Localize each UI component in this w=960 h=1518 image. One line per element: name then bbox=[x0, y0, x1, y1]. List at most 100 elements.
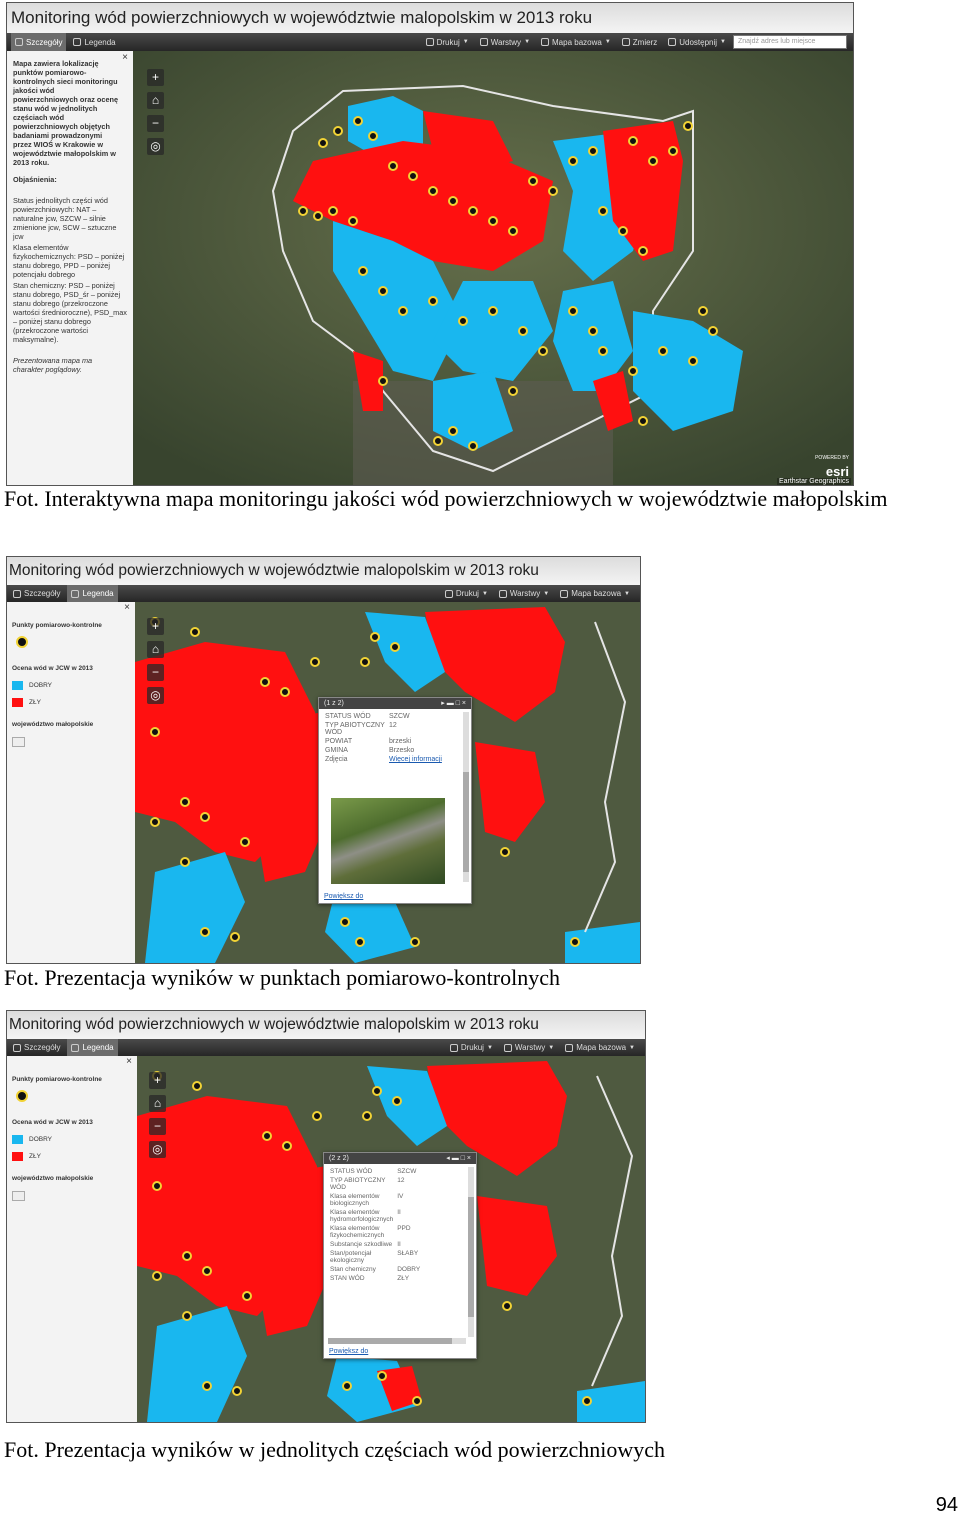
status-explanation: Status jednolitych części wód powierzchn… bbox=[13, 196, 117, 241]
legend-panel: × Punkty pomiarowo-kontrolne Ocena wód w… bbox=[7, 602, 135, 963]
legend-good-item: DOBRY bbox=[12, 681, 135, 690]
physchem-explanation: Klasa elementów fizykochemicznych: PSD –… bbox=[13, 243, 125, 279]
layers-button[interactable]: Warstwy ▼ bbox=[495, 585, 553, 602]
legend-assessment-heading: Ocena wód w JCW w 2013 bbox=[12, 665, 93, 672]
legend-icon bbox=[71, 1043, 80, 1052]
map-zoom-controls: + ⌂ − ◎ bbox=[147, 69, 164, 155]
popup-water-body-info: (2 z 2) ◂ ▬ □ × STATUS WÓD SZCW TYP ABIOT… bbox=[323, 1152, 477, 1359]
locate-button[interactable]: ◎ bbox=[147, 687, 164, 704]
share-button[interactable]: Udostępnij ▼ bbox=[664, 33, 730, 51]
close-icon[interactable]: × bbox=[126, 1057, 132, 1067]
bad-swatch bbox=[12, 698, 23, 708]
home-button[interactable]: ⌂ bbox=[147, 641, 164, 658]
close-icon[interactable]: × bbox=[124, 603, 130, 613]
popup-horizontal-scrollbar[interactable] bbox=[328, 1338, 466, 1344]
previous-icon[interactable]: ◂ bbox=[446, 1155, 450, 1162]
caption-3: Fot. Prezentacja wyników w jednolitych c… bbox=[4, 1437, 666, 1462]
basemap-icon bbox=[541, 38, 550, 46]
details-tab[interactable]: Szczegóły bbox=[9, 585, 64, 602]
app-title: Monitoring wód powierzchniowych w wojewó… bbox=[9, 562, 539, 579]
screenshot-interactive-map: Monitoring wód powierzchniowych w wojewó… bbox=[6, 2, 854, 486]
map-attribution: Earthstar Geographics bbox=[776, 478, 851, 485]
map-zoom-controls: + ⌂ − ◎ bbox=[149, 1072, 166, 1158]
print-icon bbox=[425, 38, 434, 46]
details-tab[interactable]: Szczegóły bbox=[9, 1039, 64, 1056]
popup-controls: ▸ ▬ □ × bbox=[441, 698, 466, 709]
esri-logo: esri bbox=[825, 464, 849, 479]
zoom-in-button[interactable]: + bbox=[147, 69, 164, 86]
more-info-link[interactable]: Więcej informacji bbox=[389, 756, 442, 763]
print-button[interactable]: Drukuj ▼ bbox=[446, 1039, 497, 1056]
page-number: 94 bbox=[935, 1494, 958, 1516]
print-button[interactable]: Drukuj ▼ bbox=[422, 33, 473, 51]
popup-row: TYP ABIOTYCZNY WÓD 12 bbox=[330, 1177, 405, 1191]
minimize-icon[interactable]: ▬ bbox=[447, 700, 454, 707]
home-button[interactable]: ⌂ bbox=[149, 1095, 166, 1112]
close-icon[interactable]: × bbox=[467, 1155, 471, 1162]
explanations-heading: Objaśnienia: bbox=[13, 175, 57, 184]
layers-icon bbox=[503, 1043, 512, 1052]
popup-row: STAN WÓD ZŁY bbox=[330, 1275, 410, 1282]
map-canvas[interactable] bbox=[133, 51, 853, 485]
app-title-bar: Monitoring wód powierzchniowych w wojewó… bbox=[7, 3, 853, 33]
map-zoom-controls: + ⌂ − ◎ bbox=[147, 618, 164, 704]
layers-icon bbox=[479, 38, 488, 46]
next-icon[interactable]: ▸ bbox=[441, 700, 445, 707]
details-tab[interactable]: Szczegóły bbox=[11, 33, 67, 51]
details-panel: × Mapa zawiera lokalizację punktów pomia… bbox=[7, 51, 133, 485]
chevron-down-icon: ▼ bbox=[624, 590, 630, 597]
locate-button[interactable]: ◎ bbox=[147, 138, 164, 155]
zoom-out-button[interactable]: − bbox=[147, 664, 164, 681]
chevron-down-icon: ▼ bbox=[481, 590, 488, 597]
locate-button[interactable]: ◎ bbox=[149, 1141, 166, 1158]
legend-tab[interactable]: Legenda bbox=[69, 33, 119, 51]
popup-scrollbar[interactable] bbox=[463, 712, 469, 882]
zoom-out-button[interactable]: − bbox=[149, 1118, 166, 1135]
zoom-in-button[interactable]: + bbox=[149, 1072, 166, 1089]
popup-row: STATUS WÓD SZCW bbox=[330, 1168, 417, 1175]
legend-tab[interactable]: Legenda bbox=[67, 585, 118, 602]
legend-voivodeship-heading: województwo małopolskie bbox=[12, 721, 94, 729]
search-input[interactable]: Znajdź adres lub miejsce bbox=[733, 35, 847, 49]
chevron-down-icon: ▼ bbox=[548, 1044, 555, 1051]
zoom-out-button[interactable]: − bbox=[147, 115, 164, 132]
popup-row: Klasa elementów fizykochemicznych PPD bbox=[330, 1225, 411, 1239]
layers-button[interactable]: Warstwy ▼ bbox=[500, 1039, 558, 1056]
legend-point-symbol bbox=[16, 636, 135, 651]
maximize-icon[interactable]: □ bbox=[461, 1155, 465, 1162]
zoom-to-link[interactable]: Powiększ do bbox=[329, 1348, 368, 1355]
legend-icon bbox=[71, 589, 80, 598]
maximize-icon[interactable]: □ bbox=[456, 700, 460, 707]
river-photo[interactable] bbox=[331, 798, 445, 884]
home-button[interactable]: ⌂ bbox=[147, 92, 164, 109]
zoom-in-button[interactable]: + bbox=[147, 618, 164, 635]
close-icon[interactable]: × bbox=[122, 53, 128, 63]
legend-tab[interactable]: Legenda bbox=[67, 1039, 118, 1056]
chevron-down-icon: ▼ bbox=[462, 39, 469, 45]
legend-assessment-heading: Ocena wód w JCW w 2013 bbox=[12, 1119, 93, 1126]
caption-2: Fot. Prezentacja wyników w punktach pomi… bbox=[4, 965, 560, 990]
close-icon[interactable]: × bbox=[462, 700, 466, 707]
basemap-button[interactable]: Mapa bazowa ▼ bbox=[537, 33, 615, 51]
measure-button[interactable]: Zmierz bbox=[618, 33, 661, 51]
zoom-to-link[interactable]: Powiększ do bbox=[324, 893, 363, 900]
map-view[interactable]: + ⌂ − ◎ (2 z 2) ◂ ▬ □ × STATUS WÓD SZCW T… bbox=[137, 1056, 645, 1422]
chevron-down-icon: ▼ bbox=[524, 39, 531, 45]
basemap-button[interactable]: Mapa bazowa ▼ bbox=[556, 585, 634, 602]
toolbar: Szczegóły Legenda Drukuj ▼ Warstwy ▼ Mapa … bbox=[7, 33, 853, 51]
popup-scrollbar[interactable] bbox=[468, 1167, 474, 1337]
basemap-button[interactable]: Mapa bazowa ▼ bbox=[561, 1039, 639, 1056]
basemap-icon bbox=[565, 1043, 574, 1052]
map-view[interactable]: + ⌂ − ◎ POWERED BY esri Earthstar Geogra… bbox=[133, 51, 853, 485]
basemap-icon bbox=[560, 589, 569, 598]
legend-voivodeship-heading: województwo małopolskie bbox=[12, 1175, 94, 1183]
popup-row: Stan/potencjał ekologiczny SŁABY bbox=[330, 1250, 419, 1264]
minimize-icon[interactable]: ▬ bbox=[452, 1155, 459, 1162]
popup-header: (2 z 2) ◂ ▬ □ × bbox=[324, 1153, 476, 1164]
map-view[interactable]: + ⌂ − ◎ (1 z 2) ▸ ▬ □ × STATUS WÓD SZCW T… bbox=[135, 602, 640, 963]
details-icon bbox=[13, 589, 21, 598]
app-title-bar: Monitoring wód powierzchniowych w wojewó… bbox=[7, 557, 640, 585]
print-button[interactable]: Drukuj ▼ bbox=[441, 585, 492, 602]
popup-row: Zdjęcia Więcej informacji bbox=[325, 756, 442, 763]
layers-button[interactable]: Warstwy ▼ bbox=[476, 33, 534, 51]
